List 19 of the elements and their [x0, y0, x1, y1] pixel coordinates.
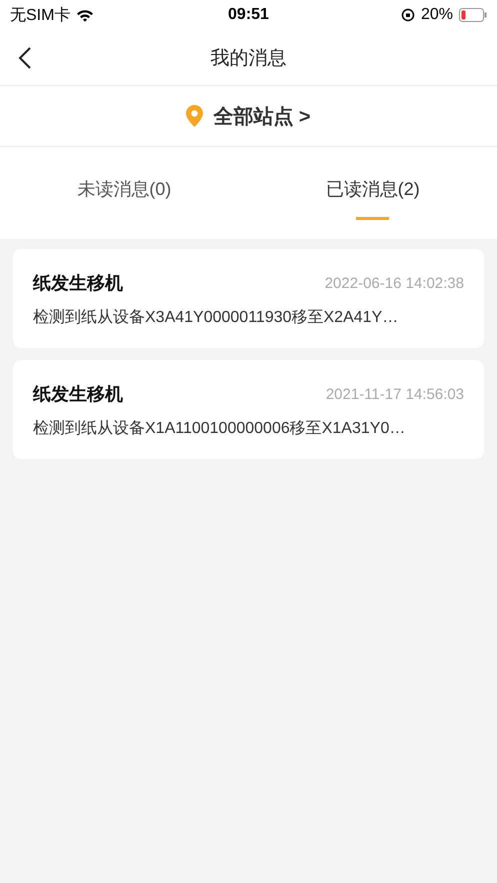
- battery-percent: 20%: [420, 6, 453, 24]
- message-time: 2022-06-16 14:02:38: [324, 274, 464, 292]
- message-body: 检测到纸从设备X3A41Y0000011930移至X2A41Y…: [33, 308, 400, 328]
- station-filter-button[interactable]: 全部站点 >: [180, 102, 317, 130]
- message-time: 2021-11-17 14:56:03: [326, 386, 464, 402]
- message-tab[interactable]: 未读消息(0): [0, 147, 248, 239]
- message-title: 纸发生移机: [33, 383, 123, 406]
- rotation-lock-icon: [400, 8, 415, 22]
- battery-icon: [458, 8, 487, 22]
- location-pin-icon: [186, 105, 204, 127]
- message-card[interactable]: 纸发生移机 2022-06-16 14:02:38 检测到纸从设备X3A41Y0000011930移至X2A41Y…: [13, 249, 484, 348]
- page-title: 我的消息: [210, 46, 286, 70]
- message-body: 检测到纸从设备X1A1100100000006移至X1A31Y0…: [33, 418, 406, 439]
- carrier-text: 无SIM卡: [10, 6, 70, 26]
- message-title: 纸发生移机: [33, 272, 123, 295]
- wifi-icon: [76, 8, 94, 22]
- message-card[interactable]: 纸发生移机 2021-11-17 14:56:03 检测到纸从设备X1A1100100000006移至X1A31Y0…: [13, 360, 484, 459]
- message-tab[interactable]: 已读消息(2): [248, 147, 497, 239]
- clock-time: 09:51: [228, 6, 269, 24]
